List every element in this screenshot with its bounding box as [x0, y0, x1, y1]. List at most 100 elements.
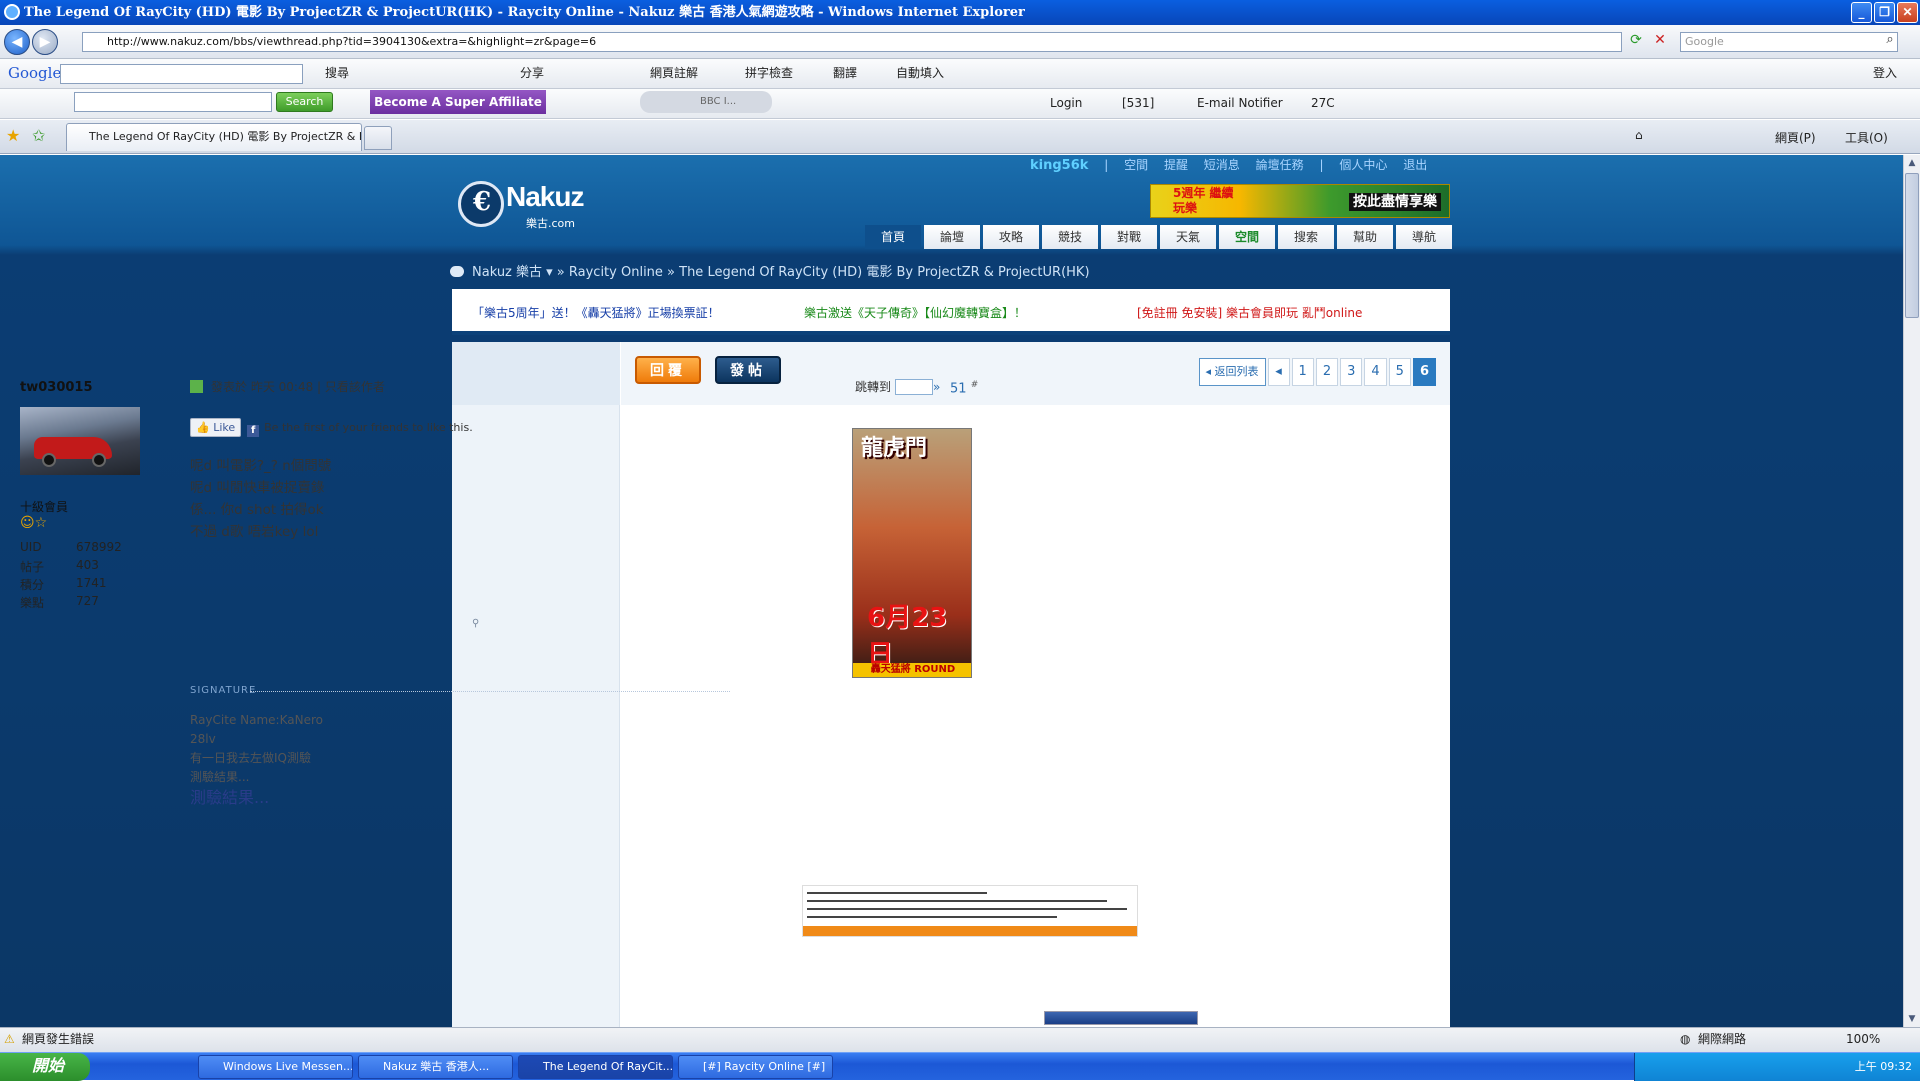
page-current[interactable]: 6: [1412, 358, 1436, 386]
logo-domain: 樂古.com: [526, 217, 575, 230]
space-link[interactable]: 空間: [1124, 158, 1148, 172]
reply-button[interactable]: 回覆: [635, 356, 701, 384]
toolbar-input[interactable]: [74, 92, 272, 112]
iq-result-image: [802, 885, 1138, 937]
clock[interactable]: 上午 09:32: [1855, 1060, 1912, 1073]
notice-1[interactable]: 「樂古5周年」送！《轟天猛將》正場換票証！: [472, 304, 720, 321]
start-button[interactable]: 開始: [0, 1053, 90, 1081]
username-link[interactable]: king56k: [1030, 158, 1088, 173]
scroll-thumb[interactable]: [1905, 173, 1919, 318]
breadcrumb-text[interactable]: Nakuz 樂古 ▾ » Raycity Online » The Legend…: [472, 265, 1090, 280]
like-button[interactable]: 👍 Like: [190, 418, 242, 437]
avatar[interactable]: [20, 407, 140, 475]
home-icon[interactable]: ⌂: [1635, 128, 1643, 142]
favorites-star-icon[interactable]: ★: [6, 126, 20, 145]
back-to-list-button[interactable]: ◂ 返回列表: [1198, 358, 1266, 386]
message-line: 不過 d歌 唔岩key lol: [190, 524, 319, 540]
zoom-level[interactable]: 100%: [1846, 1028, 1880, 1051]
page-3[interactable]: 3: [1340, 358, 1363, 386]
refresh-icon[interactable]: ⟳: [1626, 32, 1646, 52]
toolbar-autofill[interactable]: 自動填入: [896, 59, 944, 87]
notice-2[interactable]: 樂古激送《天子傳奇》【仙幻魔轉寶盒】！: [804, 304, 1026, 321]
profile-link[interactable]: 個人中心: [1339, 158, 1387, 172]
toolbar-notes[interactable]: 網頁註解: [650, 59, 698, 87]
minimize-button[interactable]: _: [1851, 2, 1872, 23]
signature-line: 28lv: [190, 732, 216, 746]
radio-player[interactable]: BBC I...: [640, 91, 772, 113]
site-logo[interactable]: € Nakuz 樂古.com: [458, 179, 598, 230]
back-button[interactable]: ◀: [4, 29, 30, 55]
jump-input[interactable]: [895, 379, 934, 395]
active-tab[interactable]: The Legend Of RayCity (HD) 電影 By Project…: [66, 123, 362, 151]
system-tray: 上午 09:32: [1634, 1053, 1920, 1081]
user-action-icon[interactable]: ⚲: [472, 618, 479, 629]
new-tab-button[interactable]: [364, 126, 392, 150]
task-link[interactable]: 論壇任務: [1256, 158, 1304, 172]
stat-lepoints: 樂點 727: [20, 594, 99, 610]
page-4[interactable]: 4: [1364, 358, 1387, 386]
stat-uid: UID 678992: [20, 540, 122, 554]
pm-link[interactable]: 短消息: [1204, 158, 1240, 172]
nav-forum[interactable]: 論壇: [924, 225, 980, 249]
message-line: 呢d 叫閒快車被捉賣錄: [190, 480, 325, 496]
signin-link[interactable]: 登入: [1873, 59, 1897, 87]
post-message: 呢d 叫電影?_? n個問號 呢d 叫閒快車被捉賣錄 係... 你d shot …: [190, 455, 331, 543]
browser-search-input[interactable]: Google: [1680, 32, 1898, 52]
nav-arena[interactable]: 競技: [1042, 225, 1098, 249]
scroll-down-icon[interactable]: ▼: [1905, 1011, 1919, 1027]
notice-3[interactable]: [免註冊 免安裝] 樂古會員即玩 亂鬥online: [1137, 304, 1362, 321]
maximize-button[interactable]: ❐: [1874, 2, 1895, 23]
task-raycity[interactable]: [#] Raycity Online [#]: [678, 1055, 833, 1079]
stop-icon[interactable]: ✕: [1650, 32, 1670, 52]
page-scrollbar[interactable]: ▲ ▼: [1903, 155, 1920, 1027]
anniversary-banner[interactable]: 5週年 繼續玩樂 按此盡情享樂: [1150, 184, 1450, 218]
toolbar-search-button[interactable]: Search: [276, 92, 333, 112]
logout-link[interactable]: 退出: [1403, 158, 1427, 172]
user-nav: king56k | 空間 提醒 短消息 論壇任務 | 個人中心 退出: [1030, 158, 1428, 173]
movie-ad[interactable]: 龍虎門 6月23日 轟天猛將 ROUND: [852, 428, 972, 678]
toolbar-spellcheck[interactable]: 拼字檢查: [745, 59, 793, 87]
nav-battle[interactable]: 對戰: [1101, 225, 1157, 249]
temperature: 27C: [1311, 96, 1335, 110]
scroll-up-icon[interactable]: ▲: [1905, 155, 1919, 171]
nav-guide[interactable]: 導航: [1396, 225, 1452, 249]
task-legend[interactable]: The Legend Of RayCit...: [518, 1055, 673, 1079]
add-favorite-icon[interactable]: ✩: [32, 126, 45, 145]
page-menu[interactable]: 網頁(P): [1775, 129, 1816, 146]
status-error-text[interactable]: 網頁發生錯誤: [22, 1028, 94, 1051]
toolbar-search[interactable]: 搜尋: [325, 59, 349, 87]
prev-page-button[interactable]: ◂: [1267, 358, 1290, 386]
warning-icon[interactable]: ⚠: [4, 1028, 15, 1051]
page-2[interactable]: 2: [1315, 358, 1339, 386]
close-button[interactable]: ✕: [1897, 2, 1918, 23]
remind-link[interactable]: 提醒: [1164, 158, 1188, 172]
user-rank: 十級會員: [20, 500, 69, 514]
new-post-button[interactable]: 發帖: [715, 356, 781, 384]
nav-space[interactable]: 空間: [1219, 225, 1275, 249]
affiliate-button[interactable]: Become A Super Affiliate: [370, 90, 546, 114]
google-search-input[interactable]: [60, 64, 303, 84]
task-nakuz[interactable]: Nakuz 樂古 香港人...: [358, 1055, 513, 1079]
thread-action-bar: 回覆 發帖 ◂ 返回列表 ◂ 1 2 3 4 5 6: [621, 342, 1450, 405]
nav-guides[interactable]: 攻略: [983, 225, 1039, 249]
nav-help[interactable]: 幫助: [1337, 225, 1393, 249]
jump-go[interactable]: »: [933, 380, 940, 394]
task-messenger[interactable]: Windows Live Messen...: [198, 1055, 353, 1079]
facebook-like: 👍 Like f Be the first of your friends to l…: [190, 418, 473, 437]
forward-button[interactable]: ▶: [32, 29, 58, 55]
nav-weather[interactable]: 天氣: [1160, 225, 1216, 249]
email-notifier[interactable]: E-mail Notifier: [1197, 89, 1283, 117]
nav-search[interactable]: 搜索: [1278, 225, 1334, 249]
floor-number[interactable]: 51 #: [950, 380, 978, 396]
toolbar-share[interactable]: 分享: [520, 59, 544, 87]
page-1[interactable]: 1: [1291, 358, 1314, 386]
page-5[interactable]: 5: [1388, 358, 1411, 386]
tools-menu[interactable]: 工具(O): [1845, 129, 1888, 146]
nav-home[interactable]: 首頁: [865, 225, 921, 249]
post-author-name[interactable]: tw030015: [20, 380, 93, 395]
login-link[interactable]: Login: [1050, 89, 1082, 117]
search-icon[interactable]: ⌕: [1880, 32, 1900, 52]
taskbar: 開始 Windows Live Messen... Nakuz 樂古 香港人..…: [0, 1052, 1920, 1081]
toolbar-translate[interactable]: 翻譯: [833, 59, 857, 87]
url-input[interactable]: http://www.nakuz.com/bbs/viewthread.php?…: [82, 32, 1622, 52]
